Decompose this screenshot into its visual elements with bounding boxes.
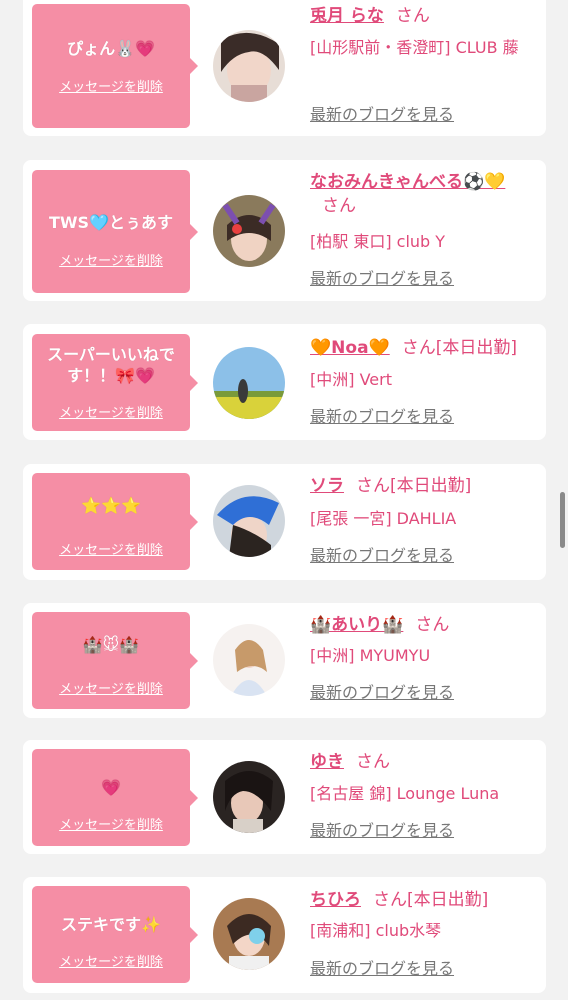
honorific: さん	[395, 6, 430, 26]
message-bubble: ステキです✨ メッセージを削除	[32, 886, 198, 983]
message-card: スーパーいいねです！！🎀💗 メッセージを削除 🧡Noa🧡 さん[本日出勤] [中洲…	[23, 324, 546, 440]
avatar[interactable]	[213, 761, 285, 833]
message-text: ⭐⭐⭐	[81, 496, 141, 515]
message-card: TWS🩵とぅあす メッセージを削除 なおみんきゃんべる⚽💛 さん [柏駅 東口] …	[23, 160, 546, 301]
delete-message-link[interactable]: メッセージを削除	[32, 678, 190, 697]
message-text: ぴょん🐰💗	[67, 39, 155, 58]
message-bubble: 🏰🐭🏰 メッセージを削除	[32, 612, 198, 709]
delete-message-link[interactable]: メッセージを削除	[32, 951, 190, 970]
message-text: 💗	[101, 778, 121, 797]
message-bubble: TWS🩵とぅあす メッセージを削除	[32, 170, 198, 293]
honorific: さん	[373, 890, 407, 910]
shop-label: [柏駅 東口] club Y	[310, 232, 446, 251]
shop-label: [尾張 一宮] DAHLIA	[310, 509, 457, 528]
name-line: ゆき さん	[310, 750, 390, 774]
delete-message-link[interactable]: メッセージを削除	[32, 402, 190, 421]
honorific: さん	[401, 338, 436, 358]
message-bubble: 💗 メッセージを削除	[32, 749, 198, 846]
sender-name-link[interactable]: なおみんきゃんべる⚽💛	[310, 172, 505, 192]
avatar[interactable]	[213, 347, 285, 419]
avatar[interactable]	[213, 485, 285, 557]
message-text: TWS🩵とぅあす	[48, 213, 173, 232]
message-card: ステキです✨ メッセージを削除 ちひろ さん[本日出勤] [南浦和] club水琴…	[23, 877, 546, 993]
delete-message-link[interactable]: メッセージを削除	[32, 250, 190, 269]
message-bubble: ⭐⭐⭐ メッセージを削除	[32, 473, 198, 570]
attendance-status: [本日出勤]	[407, 890, 489, 910]
message-card: 🏰🐭🏰 メッセージを削除 🏰あいり🏰 さん [中洲] MYUMYU 最新のブログを…	[23, 603, 546, 718]
message-card: 💗 メッセージを削除 ゆき さん [名古屋 錦] Lounge Luna 最新のブ…	[23, 740, 546, 854]
delete-message-link[interactable]: メッセージを削除	[32, 76, 190, 95]
message-bubble: スーパーいいねです！！🎀💗 メッセージを削除	[32, 334, 198, 431]
latest-blog-link[interactable]: 最新のブログを見る	[310, 104, 454, 126]
latest-blog-link[interactable]: 最新のブログを見る	[310, 682, 454, 704]
sender-name-link[interactable]: ゆき	[310, 752, 344, 772]
latest-blog-link[interactable]: 最新のブログを見る	[310, 820, 454, 842]
sender-name-link[interactable]: 🧡Noa🧡	[310, 338, 390, 358]
name-line: ちひろ さん[本日出勤]	[310, 888, 550, 912]
name-line: 兎月 らな さん	[310, 4, 430, 28]
name-line: 🏰あいり🏰 さん	[310, 613, 449, 637]
avatar[interactable]	[213, 898, 285, 970]
name-line: なおみんきゃんべる⚽💛 さん	[310, 170, 530, 218]
message-text: スーパーいいねです！！🎀💗	[47, 345, 175, 385]
honorific: さん	[415, 615, 450, 635]
message-card: ぴょん🐰💗 メッセージを削除 兎月 らな さん [山形駅前・香澄町] CLUB 藤…	[23, 0, 546, 136]
delete-message-link[interactable]: メッセージを削除	[32, 814, 190, 833]
message-bubble: ぴょん🐰💗 メッセージを削除	[32, 4, 198, 128]
shop-label: [南浦和] club水琴	[310, 921, 442, 940]
sender-name-link[interactable]: 🏰あいり🏰	[310, 615, 403, 635]
latest-blog-link[interactable]: 最新のブログを見る	[310, 406, 454, 428]
shop-label: [中洲] MYUMYU	[310, 646, 431, 665]
message-card: ⭐⭐⭐ メッセージを削除 ソラ さん[本日出勤] [尾張 一宮] DAHLIA 最…	[23, 464, 546, 580]
sender-name-link[interactable]: 兎月 らな	[310, 6, 384, 26]
honorific: さん	[356, 476, 390, 496]
attendance-status: [本日出勤]	[435, 338, 517, 358]
shop-label: [山形駅前・香澄町] CLUB 藤	[310, 38, 519, 57]
message-text: 🏰🐭🏰	[82, 635, 140, 654]
name-line: ソラ さん[本日出勤]	[310, 474, 550, 498]
shop-label: [中洲] Vert	[310, 370, 392, 389]
latest-blog-link[interactable]: 最新のブログを見る	[310, 268, 454, 290]
delete-message-link[interactable]: メッセージを削除	[32, 539, 190, 558]
name-line: 🧡Noa🧡 さん[本日出勤]	[310, 336, 550, 360]
honorific: さん	[322, 196, 356, 216]
avatar[interactable]	[213, 624, 285, 696]
avatar[interactable]	[213, 195, 285, 267]
latest-blog-link[interactable]: 最新のブログを見る	[310, 958, 454, 980]
latest-blog-link[interactable]: 最新のブログを見る	[310, 545, 454, 567]
sender-name-link[interactable]: ソラ	[310, 476, 344, 496]
honorific: さん	[356, 752, 390, 772]
avatar[interactable]	[213, 30, 285, 102]
sender-name-link[interactable]: ちひろ	[310, 890, 361, 910]
scrollbar-thumb[interactable]	[560, 492, 565, 548]
attendance-status: [本日出勤]	[390, 476, 472, 496]
shop-label: [名古屋 錦] Lounge Luna	[310, 784, 500, 803]
message-text: ステキです✨	[61, 915, 161, 934]
